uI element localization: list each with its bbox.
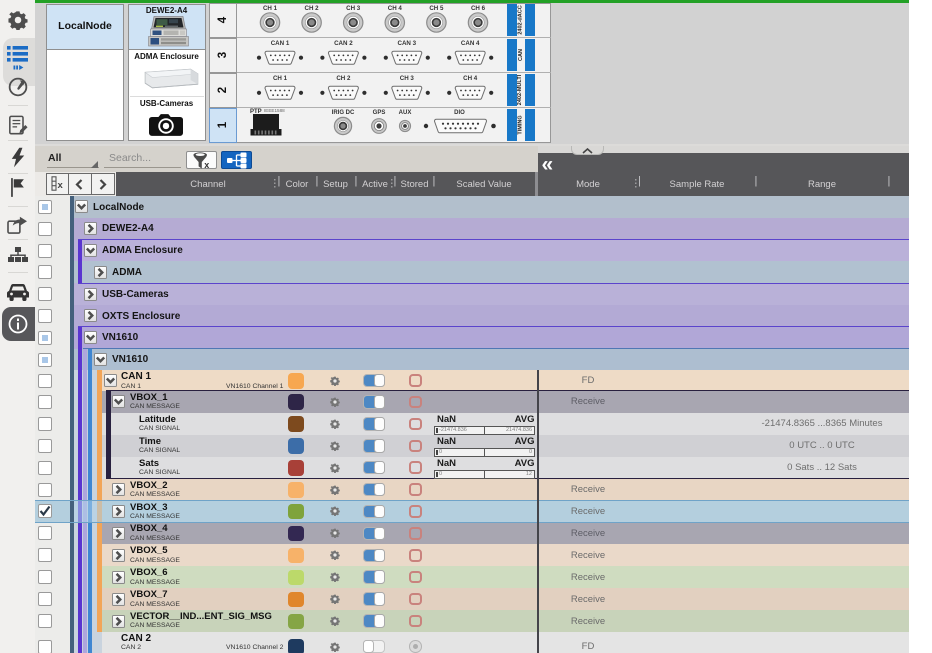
svg-text:x: x [204, 160, 209, 169]
svg-text:x: x [57, 180, 63, 191]
